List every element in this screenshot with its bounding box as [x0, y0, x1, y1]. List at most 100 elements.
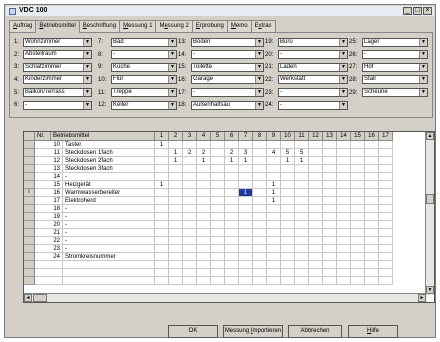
grid-cell[interactable]	[155, 165, 169, 173]
grid-cell[interactable]	[309, 237, 323, 245]
grid-cell[interactable]: 1	[155, 181, 169, 189]
grid-cell[interactable]	[309, 261, 323, 269]
chevron-down-icon[interactable]: ▼	[255, 76, 263, 84]
grid-cell[interactable]	[323, 229, 337, 237]
grid-cell[interactable]	[295, 221, 309, 229]
chevron-down-icon[interactable]: ▼	[83, 63, 91, 71]
grid-cell[interactable]	[197, 261, 211, 269]
room-select[interactable]: - ▼	[191, 50, 264, 60]
grid-cell[interactable]	[169, 213, 183, 221]
grid-cell[interactable]	[323, 277, 337, 285]
grid-cell[interactable]	[267, 277, 281, 285]
grid-cell[interactable]	[183, 261, 197, 269]
grid-cell[interactable]	[379, 221, 393, 229]
grid-cell[interactable]: 1	[239, 157, 253, 165]
grid-cell[interactable]: 5	[295, 149, 309, 157]
grid-cell[interactable]	[169, 197, 183, 205]
grid-cell[interactable]	[295, 141, 309, 149]
grid-cell[interactable]	[337, 277, 351, 285]
grid-cell[interactable]	[253, 253, 267, 261]
grid-cell[interactable]: 1	[267, 181, 281, 189]
room-select[interactable]: Boden ▼	[191, 37, 264, 47]
grid-cell[interactable]	[183, 173, 197, 181]
grid-cell[interactable]	[197, 221, 211, 229]
grid-cell[interactable]	[169, 269, 183, 277]
grid-cell[interactable]	[253, 245, 267, 253]
grid-cell[interactable]	[281, 253, 295, 261]
grid-cell[interactable]	[337, 197, 351, 205]
grid-cell[interactable]	[197, 237, 211, 245]
grid-cell[interactable]	[183, 269, 197, 277]
room-select[interactable]: Stall ▼	[362, 75, 428, 85]
equipment-name[interactable]: -	[63, 173, 155, 181]
grid-cell[interactable]	[309, 189, 323, 197]
grid-cell[interactable]	[295, 173, 309, 181]
grid-cell[interactable]: 3	[239, 149, 253, 157]
grid-cell[interactable]	[309, 157, 323, 165]
room-select[interactable]: Abstellraum ▼	[23, 50, 92, 60]
row-indicator[interactable]	[24, 165, 35, 173]
grid-cell[interactable]	[281, 165, 295, 173]
grid-cell[interactable]	[309, 269, 323, 277]
grid-cell[interactable]	[155, 229, 169, 237]
grid-cell[interactable]	[225, 173, 239, 181]
grid-cell[interactable]	[295, 245, 309, 253]
equipment-name[interactable]: Stromkreisnummer	[63, 253, 155, 261]
grid-cell[interactable]	[197, 197, 211, 205]
grid-cell[interactable]	[309, 173, 323, 181]
grid-cell[interactable]	[267, 205, 281, 213]
room-select[interactable]: Garage ▼	[191, 75, 264, 85]
chevron-down-icon[interactable]: ▼	[255, 101, 263, 109]
grid-cell[interactable]	[323, 221, 337, 229]
grid-cell[interactable]	[295, 229, 309, 237]
grid-cell[interactable]	[351, 253, 365, 261]
grid-cell[interactable]	[281, 237, 295, 245]
grid-cell[interactable]	[225, 277, 239, 285]
grid-cell[interactable]	[239, 277, 253, 285]
grid-cell[interactable]	[281, 173, 295, 181]
grid-cell[interactable]	[239, 173, 253, 181]
grid-cell[interactable]	[281, 213, 295, 221]
grid-cell[interactable]	[267, 229, 281, 237]
chevron-down-icon[interactable]: ▼	[339, 63, 347, 71]
grid-cell[interactable]	[239, 245, 253, 253]
grid-cell[interactable]	[309, 197, 323, 205]
grid-cell[interactable]	[281, 269, 295, 277]
grid-cell[interactable]: 1	[169, 149, 183, 157]
grid-cell[interactable]: 1	[169, 157, 183, 165]
grid-cell[interactable]	[197, 181, 211, 189]
grid-cell[interactable]	[239, 269, 253, 277]
row-indicator[interactable]	[24, 261, 35, 269]
grid-cell[interactable]	[295, 213, 309, 221]
grid-cell[interactable]	[379, 173, 393, 181]
grid-cell[interactable]: 2	[197, 149, 211, 157]
grid-cell[interactable]	[211, 245, 225, 253]
grid-cell[interactable]	[155, 261, 169, 269]
grid-cell[interactable]	[309, 165, 323, 173]
grid-cell[interactable]	[295, 205, 309, 213]
tab-messung-2[interactable]: Messung 2	[155, 20, 193, 32]
grid-header[interactable]: 15	[351, 132, 365, 141]
grid-cell[interactable]	[155, 253, 169, 261]
grid-cell[interactable]	[211, 197, 225, 205]
chevron-down-icon[interactable]: ▼	[168, 38, 176, 46]
grid-cell[interactable]	[211, 189, 225, 197]
chevron-down-icon[interactable]: ▼	[168, 63, 176, 71]
equipment-name[interactable]: Steckdosen 1fach	[63, 149, 155, 157]
tab-erprobung[interactable]: Erprobung	[191, 20, 228, 32]
grid-cell[interactable]	[365, 269, 379, 277]
grid-cell[interactable]	[169, 205, 183, 213]
equipment-name[interactable]	[63, 261, 155, 269]
help-button[interactable]: Hilfe	[348, 325, 398, 338]
grid-cell[interactable]	[351, 213, 365, 221]
row-indicator[interactable]	[24, 229, 35, 237]
grid-cell[interactable]	[309, 141, 323, 149]
grid-header[interactable]: 7	[239, 132, 253, 141]
maximize-button[interactable]: □	[413, 7, 422, 15]
equipment-name[interactable]: Taster	[63, 141, 155, 149]
grid-cell[interactable]	[155, 149, 169, 157]
grid-cell[interactable]	[379, 181, 393, 189]
grid-cell[interactable]	[267, 269, 281, 277]
grid-cell[interactable]	[309, 245, 323, 253]
grid-cell[interactable]	[253, 157, 267, 165]
